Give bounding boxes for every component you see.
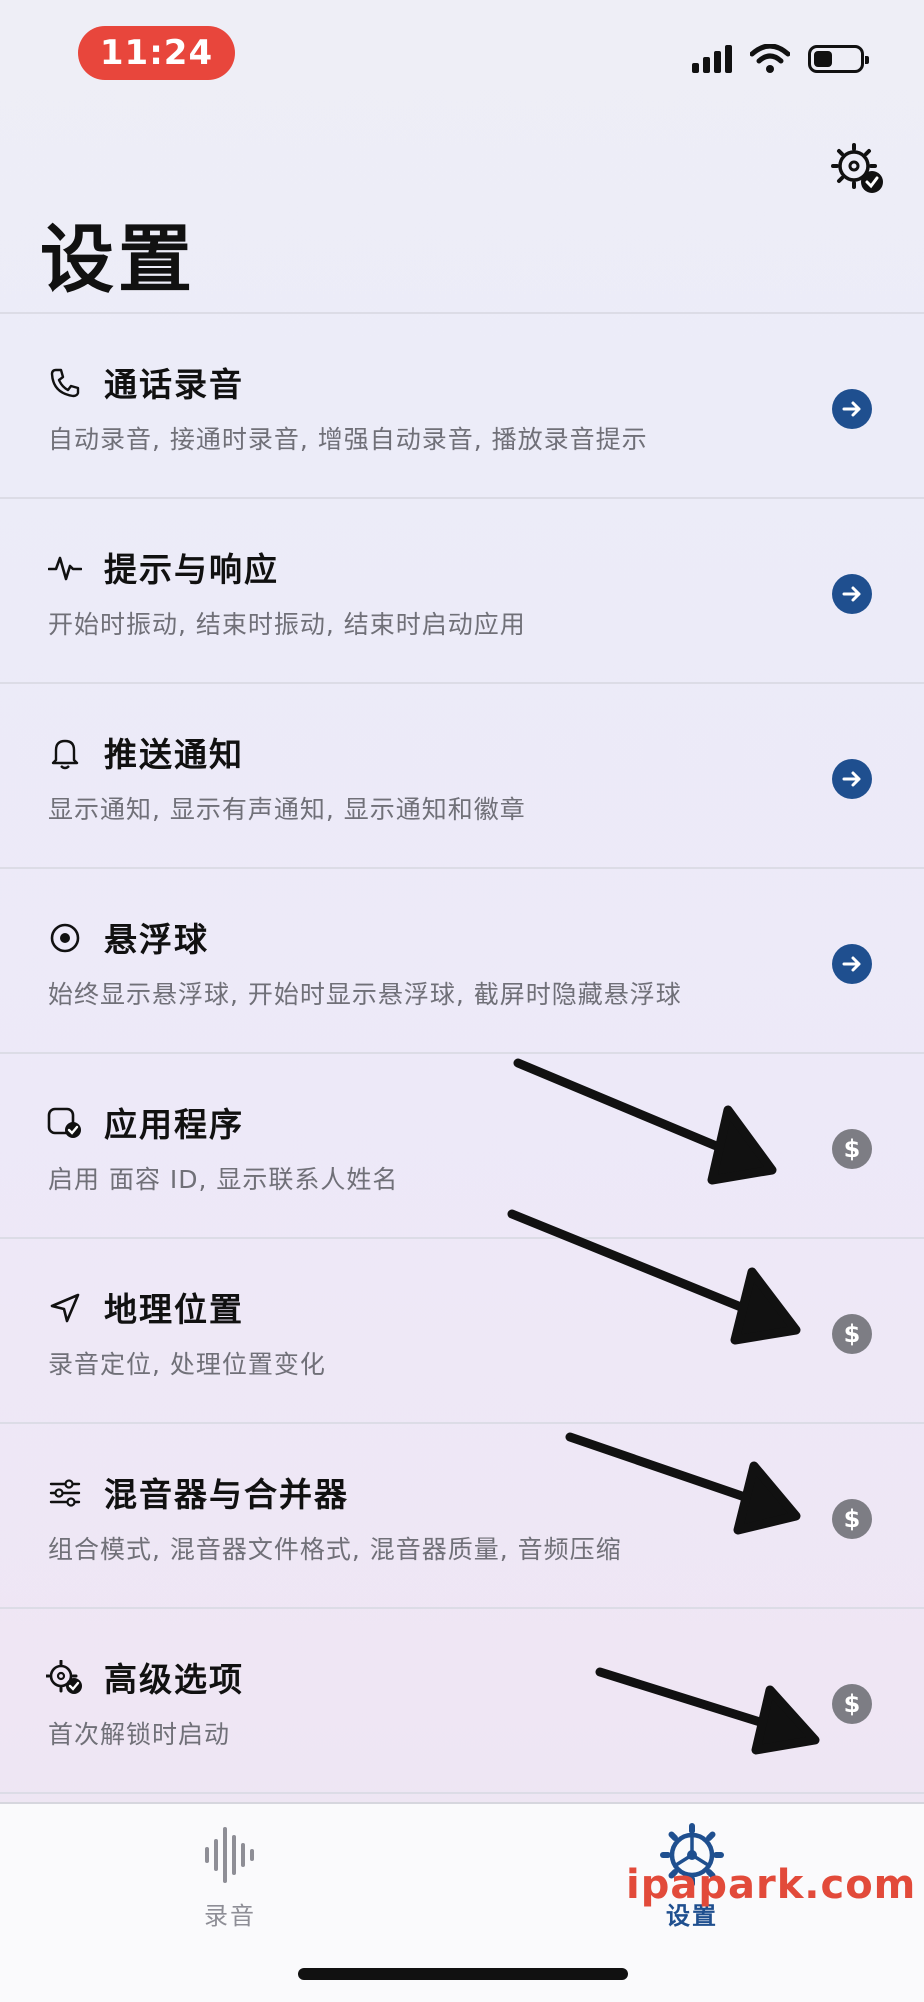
navigate-arrow-icon[interactable] [832,944,872,984]
row-title: 推送通知 [104,735,244,774]
phone-icon [46,364,84,402]
row-title: 地理位置 [104,1290,244,1329]
location-arrow-icon [46,1289,84,1327]
tab-label: 录音 [204,1902,256,1930]
battery-icon [808,45,869,73]
row-subtitle: 显示通知, 显示有声通知, 显示通知和徽章 [48,795,526,824]
paid-dollar-icon[interactable]: $ [832,1684,872,1724]
settings-row-mixer-merger[interactable]: 混音器与合并器 组合模式, 混音器文件格式, 混音器质量, 音频压缩 $ [0,1424,924,1609]
row-subtitle: 自动录音, 接通时录音, 增强自动录音, 播放录音提示 [48,425,648,454]
status-time: 11:24 [78,26,235,80]
row-subtitle: 开始时振动, 结束时振动, 结束时启动应用 [48,610,526,639]
waveform-icon [205,1827,254,1883]
row-subtitle: 始终显示悬浮球, 开始时显示悬浮球, 截屏时隐藏悬浮球 [48,980,682,1009]
gear-check-icon [46,1659,84,1697]
row-subtitle: 组合模式, 混音器文件格式, 混音器质量, 音频压缩 [48,1535,622,1564]
settings-row-push-notifications[interactable]: 推送通知 显示通知, 显示有声通知, 显示通知和徽章 [0,684,924,869]
floating-ball-icon [46,919,84,957]
row-title: 高级选项 [104,1660,244,1699]
tab-record[interactable]: 录音 [150,1822,310,1931]
watermark: ipapark.com [626,1862,917,1908]
settings-row-prompts-responses[interactable]: 提示与响应 开始时振动, 结束时振动, 结束时启动应用 [0,499,924,684]
settings-row-floating-ball[interactable]: 悬浮球 始终显示悬浮球, 开始时显示悬浮球, 截屏时隐藏悬浮球 [0,869,924,1054]
paid-dollar-icon[interactable]: $ [832,1499,872,1539]
row-title: 提示与响应 [104,550,279,589]
wifi-icon [750,44,790,73]
cellular-signal-icon [692,45,732,73]
home-indicator [298,1968,628,1980]
sliders-icon [46,1474,84,1512]
status-icons [692,44,869,74]
page-title: 设置 [40,217,196,303]
navigate-arrow-icon[interactable] [832,389,872,429]
settings-list: 通话录音 自动录音, 接通时录音, 增强自动录音, 播放录音提示 提示与响应 开… [0,312,924,1794]
settings-row-advanced-options[interactable]: 高级选项 首次解锁时启动 $ [0,1609,924,1794]
paid-dollar-icon[interactable]: $ [832,1314,872,1354]
row-subtitle: 启用 面容 ID, 显示联系人姓名 [48,1165,399,1194]
settings-row-call-recording[interactable]: 通话录音 自动录音, 接通时录音, 增强自动录音, 播放录音提示 [0,314,924,499]
status-bar: 11:24 [0,0,924,100]
row-title: 悬浮球 [104,920,209,959]
waveform-pulse-icon [46,549,84,587]
app-check-icon [46,1104,84,1142]
row-subtitle: 录音定位, 处理位置变化 [48,1350,326,1379]
row-title: 通话录音 [104,365,244,404]
navigate-arrow-icon[interactable] [832,759,872,799]
row-title: 混音器与合并器 [104,1475,349,1514]
settings-row-application[interactable]: 应用程序 启用 面容 ID, 显示联系人姓名 $ [0,1054,924,1239]
settings-row-location[interactable]: 地理位置 录音定位, 处理位置变化 $ [0,1239,924,1424]
navigate-arrow-icon[interactable] [832,574,872,614]
gear-check-icon[interactable] [830,140,886,196]
bell-icon [46,734,84,772]
paid-dollar-icon[interactable]: $ [832,1129,872,1169]
row-subtitle: 首次解锁时启动 [48,1720,231,1749]
row-title: 应用程序 [104,1105,244,1144]
